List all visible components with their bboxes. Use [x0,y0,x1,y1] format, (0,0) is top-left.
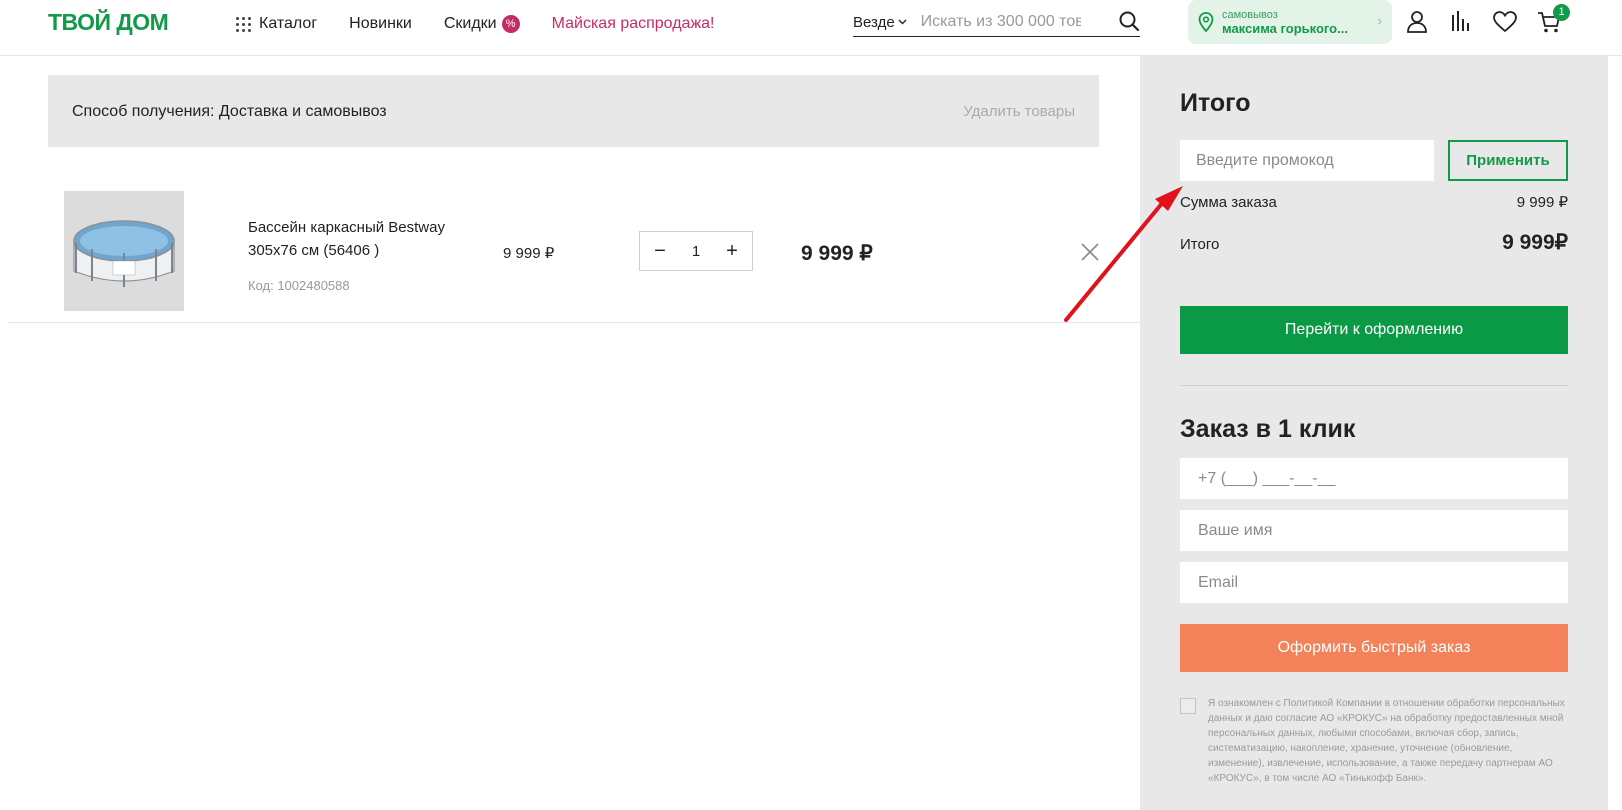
remove-items-link[interactable]: Удалить товары [963,103,1075,120]
summary-title: Итого [1180,89,1251,117]
pickup-label: самовывоз [1222,9,1278,21]
order-sum-row: Сумма заказа 9 999 ₽ [1180,193,1568,211]
delivery-method-bar: Способ получения: Доставка и самовывоз У… [48,75,1099,147]
map-pin-icon [1198,12,1214,32]
product-unit-price: 9 999 ₽ [503,245,555,262]
product-image[interactable] [64,191,184,311]
header-icons: 1 [1404,4,1580,35]
cart-count-badge: 1 [1553,4,1570,21]
apply-promo-button[interactable]: Применить [1448,140,1568,181]
consent-checkbox[interactable] [1180,698,1196,714]
nav-catalog-label: Каталог [259,15,318,32]
one-click-title: Заказ в 1 клик [1180,415,1356,443]
nav-catalog[interactable]: Каталог [236,14,317,34]
consent-block: Я ознакомлен с Политикой Компании в отно… [1180,696,1568,786]
percent-icon: % [501,15,520,33]
email-field[interactable] [1180,562,1568,603]
product-code: Код: 1002480588 [248,278,350,293]
chevron-down-icon [898,19,907,25]
search-scope-select[interactable]: Везде [853,14,907,31]
order-total-label: Итого [1180,236,1220,253]
nav-discounts-label: Скидки [443,15,497,32]
search-scope-label: Везде [853,13,895,31]
chevron-right-icon: › [1377,13,1382,28]
cart-button[interactable]: 1 [1536,4,1570,35]
nav-new-label: Новинки [349,15,412,32]
product-total-price: 9 999 ₽ [801,242,873,265]
order-total-value: 9 999₽ [1502,231,1568,254]
pickup-text: самовывоз максима горького... [1222,8,1348,36]
consent-text: Я ознакомлен с Политикой Компании в отно… [1208,698,1565,784]
grid-icon [236,16,251,32]
search-input[interactable] [920,13,1081,31]
site-logo[interactable]: ТВОЙ ДОМ [48,9,169,36]
user-icon[interactable] [1404,9,1430,35]
quantity-stepper: − 1 + [639,231,753,271]
order-summary-panel: Итого Применить Сумма заказа 9 999 ₽ Ито… [1140,56,1608,810]
order-total-row: Итого 9 999₽ [1180,230,1568,255]
search-icon[interactable] [1118,10,1140,32]
main-nav: Каталог Новинки Скидки % Майская распрод… [236,14,747,34]
phone-field[interactable] [1180,458,1568,499]
pickup-location-button[interactable]: самовывоз максима горького... › [1188,0,1392,44]
nav-sale-label: Майская распродажа! [551,15,715,32]
delivery-method-text: Способ получения: Доставка и самовывоз [72,103,387,120]
site-header: ТВОЙ ДОМ Каталог Новинки Скидки % Майска… [0,0,1622,56]
divider [1180,385,1568,386]
cart-item-row: Бассейн каркасный Bestway 305х76 см (564… [8,150,1140,323]
promo-code-input[interactable] [1180,140,1434,181]
nav-new[interactable]: Новинки [349,14,412,34]
quick-order-button[interactable]: Оформить быстрый заказ [1180,624,1568,672]
page-edge [1608,56,1622,810]
heart-icon[interactable] [1492,9,1518,35]
order-sum-value: 9 999 ₽ [1516,194,1568,211]
product-name[interactable]: Бассейн каркасный Bestway 305х76 см (564… [248,216,478,262]
name-field[interactable] [1180,510,1568,551]
increment-button[interactable]: + [724,241,740,261]
pool-image [64,191,184,311]
search-bar: Везде [853,8,1140,37]
pickup-location: максима горького... [1222,21,1348,36]
quantity-value[interactable]: 1 [692,243,700,260]
decrement-button[interactable]: − [652,241,668,261]
compare-icon[interactable] [1448,9,1474,35]
nav-discounts[interactable]: Скидки % [444,14,520,34]
close-icon[interactable] [1079,241,1101,263]
checkout-button[interactable]: Перейти к оформлению [1180,306,1568,354]
nav-sale[interactable]: Майская распродажа! [552,14,715,34]
order-sum-label: Сумма заказа [1180,194,1277,211]
